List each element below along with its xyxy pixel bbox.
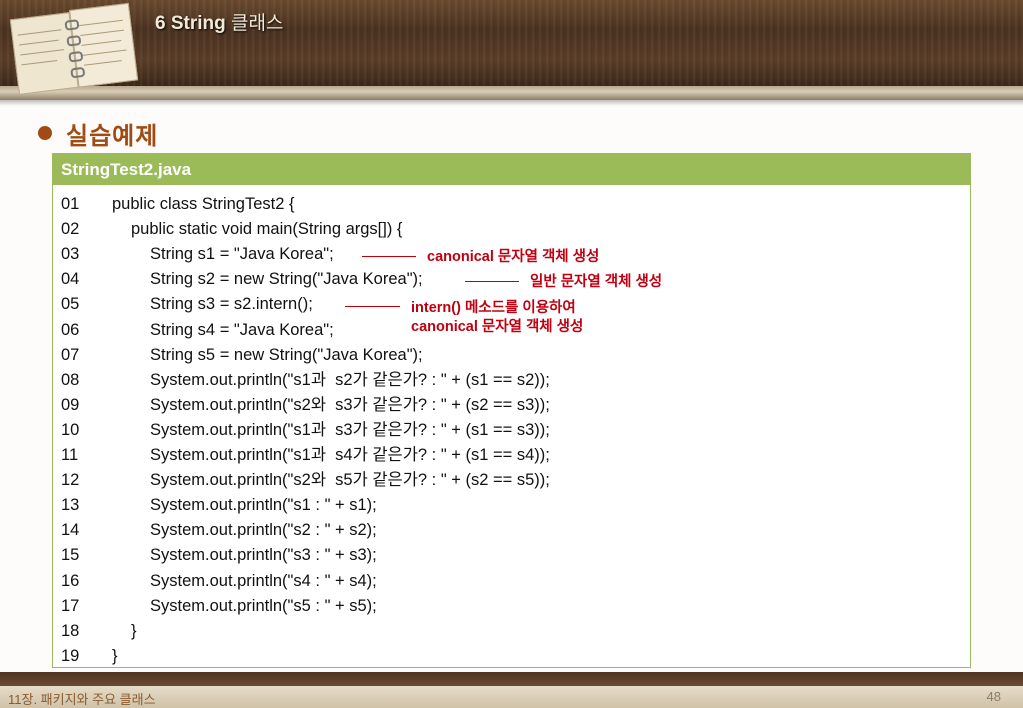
bullet-icon xyxy=(38,126,52,140)
line-number: 15 xyxy=(61,546,80,565)
code-panel: StringTest2.java 01 public class StringTe… xyxy=(52,153,971,668)
line-number: 19 xyxy=(61,646,80,665)
code-text: String s5 = new String("Java Korea"); xyxy=(150,345,423,364)
line-number: 04 xyxy=(61,270,80,289)
annotation-line-2 xyxy=(465,281,519,282)
code-text: String s1 = "Java Korea"; xyxy=(150,245,334,264)
code-text: System.out.println("s5 : " + s5); xyxy=(150,596,377,615)
line-number: 17 xyxy=(61,596,80,615)
code-text: System.out.println("s2 : " + s2); xyxy=(150,521,377,540)
header-strip xyxy=(0,86,1023,100)
line-number: 06 xyxy=(61,320,80,339)
section-title: 실습예제 xyxy=(66,121,159,150)
annotation-regular: 일반 문자열 객체 생성 xyxy=(530,274,663,290)
line-number: 07 xyxy=(61,345,80,364)
line-number: 16 xyxy=(61,571,80,590)
line-number: 12 xyxy=(61,471,80,490)
line-number: 02 xyxy=(61,220,80,239)
line-number: 10 xyxy=(61,420,80,439)
header-shadow xyxy=(0,100,1023,106)
annotation-canonical: canonical 문자열 객체 생성 xyxy=(427,249,600,265)
line-number: 14 xyxy=(61,521,80,540)
code-text: String s4 = "Java Korea"; xyxy=(150,320,334,339)
line-number: 08 xyxy=(61,370,80,389)
line-number: 03 xyxy=(61,245,80,264)
code-text: System.out.println("s4 : " + s4); xyxy=(150,571,377,590)
page-number: 48 xyxy=(986,689,1001,704)
code-text: } xyxy=(112,646,118,665)
code-text: System.out.println("s1과 s3가 같은가? : " + (… xyxy=(150,420,550,439)
code-text: String s2 = new String("Java Korea"); xyxy=(150,270,423,289)
code-text: System.out.println("s1 : " + s1); xyxy=(150,496,377,515)
line-number: 05 xyxy=(61,295,80,314)
code-text: System.out.println("s2와 s3가 같은가? : " + (… xyxy=(150,395,550,414)
line-number: 11 xyxy=(61,446,79,464)
footer: 11장. 패키지와 주요 클래스 48 xyxy=(0,686,1023,708)
code-text: public class StringTest2 { xyxy=(112,195,295,213)
annotation-intern-2: canonical 문자열 객체 생성 xyxy=(411,319,584,335)
title-bold: 6 String xyxy=(155,13,226,34)
code-text: String s3 = s2.intern(); xyxy=(150,295,313,314)
code-filename: StringTest2.java xyxy=(53,154,970,185)
code-text: System.out.println("s1과 s2가 같은가? : " + (… xyxy=(150,370,550,389)
code-text: System.out.println("s3 : " + s3); xyxy=(150,546,377,565)
code-text: } xyxy=(131,621,137,640)
page-title: 6 String 클래스 xyxy=(155,8,283,35)
book-icon xyxy=(3,0,143,102)
code-text: public static void main(String args[]) { xyxy=(131,220,403,239)
section-heading: 실습예제 xyxy=(38,118,159,150)
line-number: 01 xyxy=(61,195,80,213)
footer-band xyxy=(0,672,1023,686)
code-text: System.out.println("s1과 s4가 같은가? : " + (… xyxy=(150,446,550,464)
header-band xyxy=(0,0,1023,86)
annotation-line-3 xyxy=(345,306,400,307)
code-text: System.out.println("s2와 s5가 같은가? : " + (… xyxy=(150,471,550,490)
line-number: 09 xyxy=(61,395,80,414)
line-number: 18 xyxy=(61,621,80,640)
annotation-line-1 xyxy=(362,256,416,257)
title-rest: 클래스 xyxy=(231,13,284,34)
chapter-label: 11장. 패키지와 주요 클래스 xyxy=(8,692,156,707)
line-number: 13 xyxy=(61,496,80,515)
annotation-intern-1: intern() 메소드를 이용하여 xyxy=(411,300,576,316)
